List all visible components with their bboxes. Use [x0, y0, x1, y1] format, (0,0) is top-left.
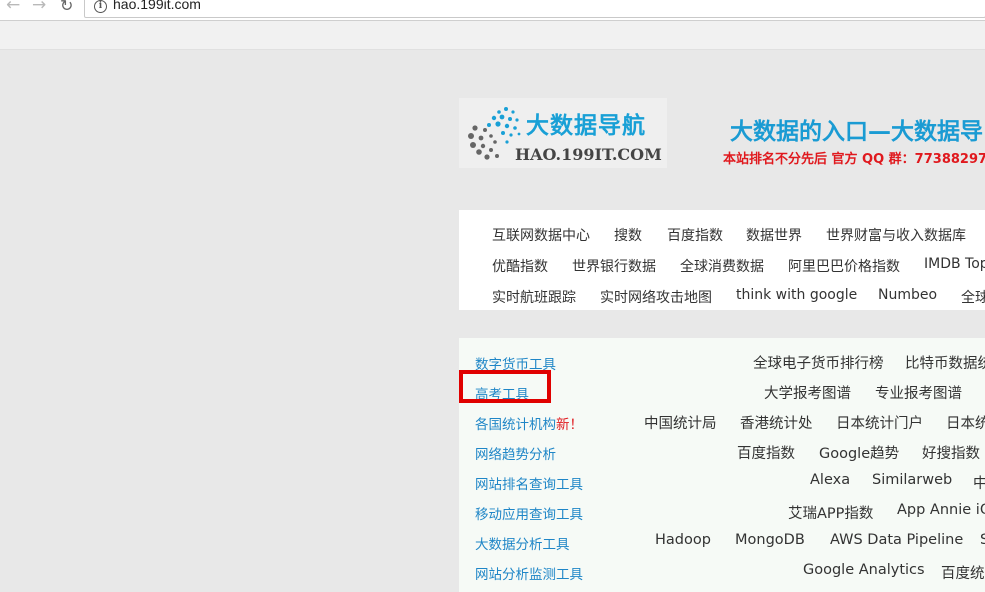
tool-link[interactable]: AWS Data Pipeline	[830, 532, 963, 548]
tool-link[interactable]: 艾瑞APP指数	[788, 502, 873, 523]
tool-row: 网站排名查询工具 Alexa Similarweb 中	[459, 468, 985, 498]
tool-category-link[interactable]: 网络趋势分析	[475, 443, 556, 463]
quick-link[interactable]: 百度指数	[667, 225, 723, 245]
address-bar[interactable]: i hao.199it.com	[84, 0, 985, 18]
logo-domain: HAO.199IT.COM	[515, 145, 662, 164]
quick-link[interactable]: 实时航班跟踪	[492, 287, 576, 307]
quick-link[interactable]: 优酷指数	[492, 256, 548, 276]
tool-link[interactable]: Google趋势	[819, 442, 899, 463]
tool-row: 网络趋势分析 百度指数 Google趋势 好搜指数	[459, 438, 985, 468]
forward-arrow-icon[interactable]: →	[32, 0, 46, 14]
tool-link[interactable]: Google Analytics	[803, 562, 925, 578]
quick-links-row: 优酷指数 世界银行数据 全球消费数据 阿里巴巴价格指数 IMDB Top	[459, 251, 985, 282]
bookmarks-bar	[0, 21, 985, 50]
tool-link[interactable]: Similarweb	[872, 472, 952, 488]
quick-link[interactable]: 互联网数据中心	[492, 225, 590, 245]
tool-link[interactable]: 百度指数	[737, 442, 795, 463]
tool-link[interactable]: 百度统	[941, 562, 985, 583]
tool-link[interactable]: S	[980, 532, 985, 548]
site-logo[interactable]: 大数据导航 HAO.199IT.COM	[459, 98, 667, 168]
back-arrow-icon[interactable]: ←	[6, 0, 20, 14]
tool-category-link[interactable]: 移动应用查询工具	[475, 503, 583, 523]
tool-link[interactable]: MongoDB	[735, 532, 805, 548]
tool-link[interactable]: Alexa	[810, 472, 850, 488]
quick-link[interactable]: 全球	[961, 287, 985, 307]
info-icon[interactable]: i	[94, 0, 107, 13]
quick-link[interactable]: 阿里巴巴价格指数	[788, 256, 900, 276]
url-text[interactable]: hao.199it.com	[113, 0, 201, 12]
quick-links-panel: 互联网数据中心 搜数 百度指数 数据世界 世界财富与收入数据库 优酷指数 世界银…	[459, 210, 985, 310]
tool-link[interactable]: 比特币数据统	[905, 352, 985, 373]
browser-toolbar: ← → ↻ i hao.199it.com	[0, 0, 985, 21]
tool-link[interactable]: 全球电子货币排行榜	[753, 352, 884, 373]
tool-row: 移动应用查询工具 艾瑞APP指数 App Annie iO	[459, 498, 985, 528]
tool-category-label: 各国统计机构	[475, 417, 556, 433]
tool-link[interactable]: 中	[973, 472, 985, 493]
logo-title: 大数据导航	[526, 113, 646, 139]
tool-link[interactable]: 日本统	[946, 412, 985, 433]
tool-link[interactable]: App Annie iO	[897, 502, 985, 518]
quick-link[interactable]: 世界银行数据	[572, 256, 656, 276]
tool-row: 网站分析监测工具 Google Analytics 百度统	[459, 558, 985, 588]
tool-link[interactable]: 大学报考图谱	[764, 382, 851, 403]
quick-link[interactable]: think with google	[736, 287, 857, 303]
quick-link[interactable]: Numbeo	[878, 287, 937, 303]
tool-category-link[interactable]: 大数据分析工具	[475, 533, 570, 553]
quick-links-row: 互联网数据中心 搜数 百度指数 数据世界 世界财富与收入数据库	[459, 220, 985, 251]
tool-link[interactable]: 中国统计局	[644, 412, 717, 433]
tool-category-link[interactable]: 各国统计机构新！	[475, 413, 583, 433]
tool-link[interactable]: Hadoop	[655, 532, 711, 548]
tool-link[interactable]: 专业报考图谱	[875, 382, 962, 403]
tool-link[interactable]: 日本统计门户	[836, 412, 923, 433]
tool-category-link[interactable]: 网站分析监测工具	[475, 563, 583, 583]
quick-links-row: 实时航班跟踪 实时网络攻击地图 think with google Numbeo…	[459, 282, 985, 313]
reload-icon[interactable]: ↻	[60, 0, 73, 15]
quick-link[interactable]: 全球消费数据	[680, 256, 764, 276]
tool-row: 各国统计机构新！ 中国统计局 香港统计处 日本统计门户 日本统	[459, 408, 985, 438]
site-note: 本站排名不分先后 官方 QQ 群：77388297	[723, 152, 985, 167]
site-slogan: 大数据的入口—大数据导	[730, 119, 983, 145]
tool-link[interactable]: 香港统计处	[740, 412, 813, 433]
quick-link[interactable]: 搜数	[614, 225, 642, 245]
quick-link[interactable]: IMDB Top	[924, 256, 985, 272]
tool-category-link[interactable]: 网站排名查询工具	[475, 473, 583, 493]
highlight-annotation-box	[459, 370, 551, 403]
tool-row: 大数据分析工具 Hadoop MongoDB AWS Data Pipeline…	[459, 528, 985, 558]
quick-link[interactable]: 实时网络攻击地图	[600, 287, 712, 307]
quick-link[interactable]: 数据世界	[746, 225, 802, 245]
tool-link[interactable]: 好搜指数	[922, 442, 980, 463]
quick-link[interactable]: 世界财富与收入数据库	[826, 225, 966, 245]
new-badge: 新！	[556, 417, 583, 433]
